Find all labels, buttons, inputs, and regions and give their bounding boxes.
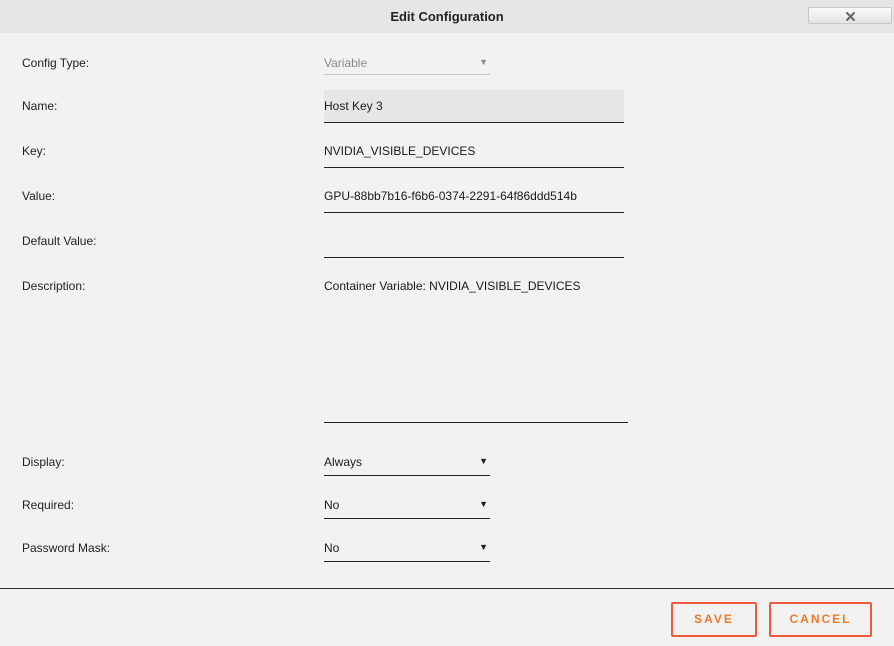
default-value-input[interactable]: [324, 234, 624, 258]
password-mask-select[interactable]: No ▼: [324, 541, 490, 562]
password-mask-label: Password Mask:: [22, 541, 111, 555]
description-textarea[interactable]: Container Variable: NVIDIA_VISIBLE_DEVIC…: [324, 279, 628, 423]
title-bar: Edit Configuration: [0, 0, 894, 33]
config-type-value: Variable: [324, 56, 368, 70]
close-icon: [845, 12, 855, 21]
cancel-button[interactable]: CANCEL: [769, 602, 872, 637]
name-label: Name:: [22, 99, 58, 113]
save-button[interactable]: SAVE: [671, 602, 757, 637]
value-label: Value:: [22, 189, 56, 203]
default-value-label: Default Value:: [22, 234, 97, 248]
key-input[interactable]: NVIDIA_VISIBLE_DEVICES: [324, 144, 624, 168]
required-label: Required:: [22, 498, 75, 512]
dropdown-arrow-icon: ▼: [479, 499, 488, 509]
required-value: No: [324, 498, 340, 512]
name-value: Host Key 3: [324, 99, 383, 113]
display-value: Always: [324, 455, 363, 469]
edit-configuration-dialog: Edit Configuration Config Type: Variable…: [0, 0, 894, 646]
required-select[interactable]: No ▼: [324, 498, 490, 519]
description-value: Container Variable: NVIDIA_VISIBLE_DEVIC…: [324, 279, 581, 293]
footer-divider: [0, 588, 894, 589]
value-value: GPU-88bb7b16-f6b6-0374-2291-64f86ddd514b: [324, 189, 577, 203]
display-label: Display:: [22, 455, 65, 469]
name-input[interactable]: Host Key 3: [324, 90, 624, 123]
dropdown-arrow-icon: ▼: [479, 542, 488, 552]
dialog-title: Edit Configuration: [390, 9, 504, 24]
display-select[interactable]: Always ▼: [324, 455, 490, 476]
close-button[interactable]: [808, 7, 892, 24]
value-input[interactable]: GPU-88bb7b16-f6b6-0374-2291-64f86ddd514b: [324, 189, 624, 213]
dropdown-arrow-icon: ▼: [479, 57, 488, 67]
password-mask-value: No: [324, 541, 340, 555]
key-label: Key:: [22, 144, 47, 158]
config-type-select: Variable ▼: [324, 56, 490, 75]
config-type-label: Config Type:: [22, 56, 90, 70]
key-value: NVIDIA_VISIBLE_DEVICES: [324, 144, 476, 158]
dropdown-arrow-icon: ▼: [479, 456, 488, 466]
description-label: Description:: [22, 279, 86, 293]
